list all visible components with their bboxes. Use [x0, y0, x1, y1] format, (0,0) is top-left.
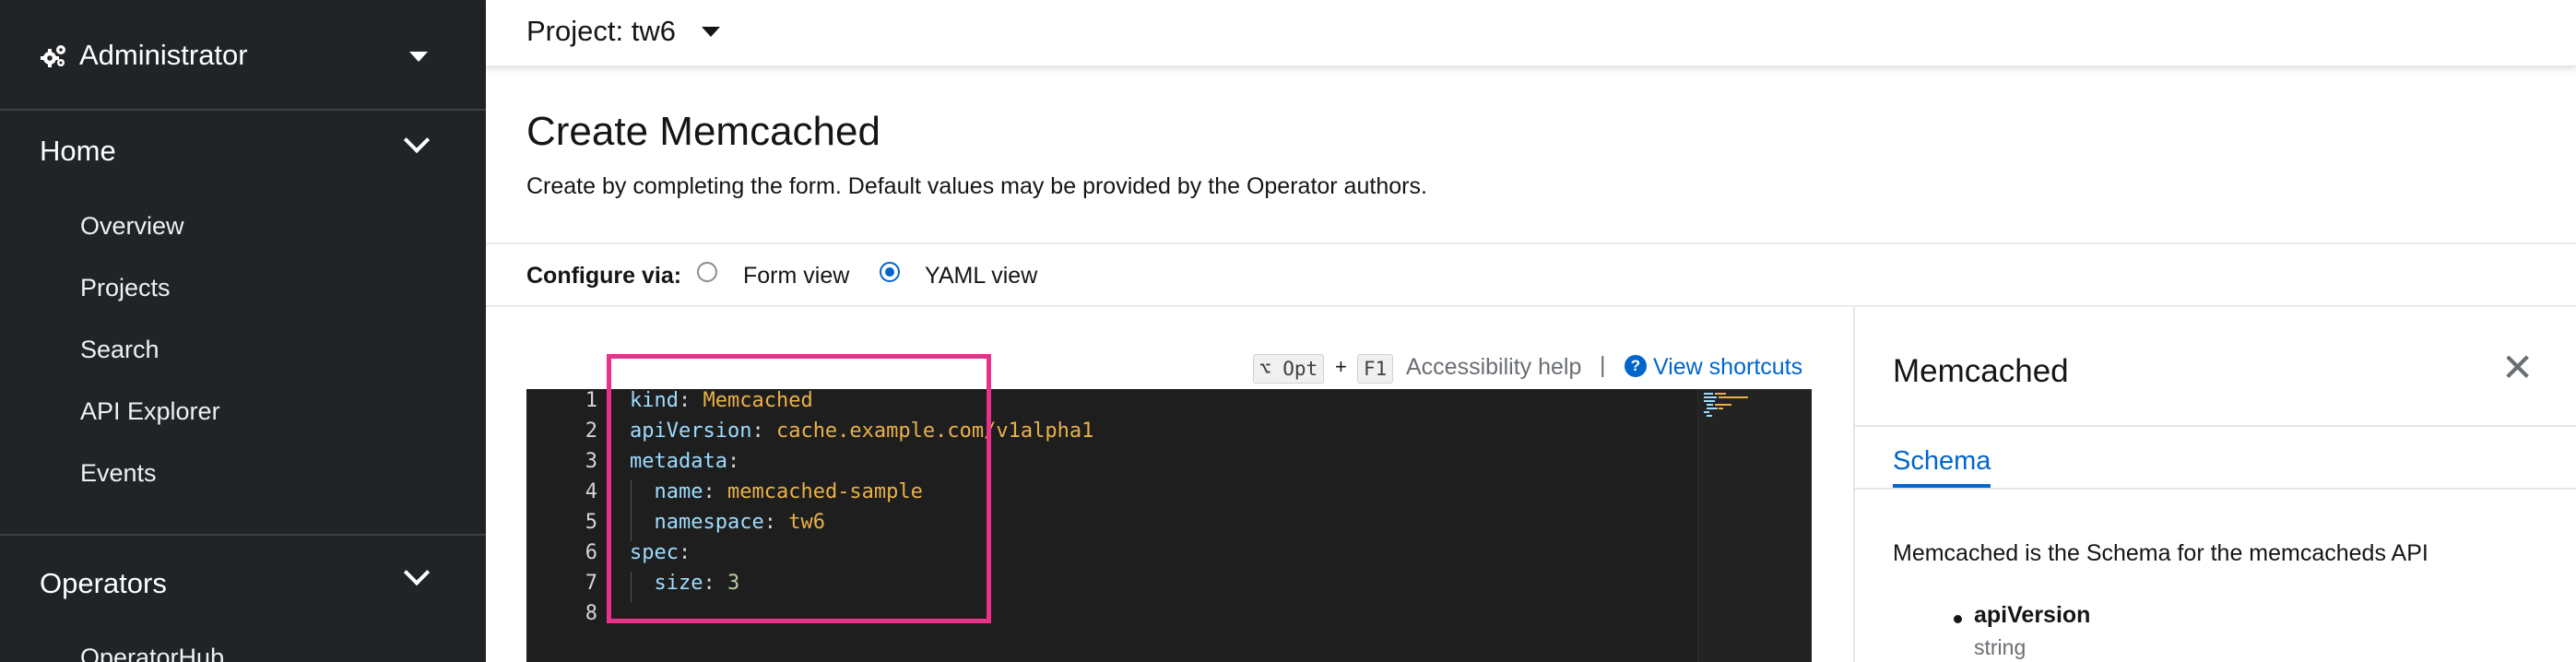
nav-section-home[interactable]: Home	[0, 112, 486, 186]
schema-property-name[interactable]: apiVersion	[1974, 602, 2090, 629]
opt-key-hint: ⌥ Opt	[1253, 354, 1325, 384]
bullet-icon	[1954, 615, 1962, 623]
schema-property-type: string	[1974, 635, 2027, 659]
line-number: 6	[585, 541, 597, 564]
plus-sign: +	[1335, 355, 1347, 378]
close-icon[interactable]: ✕	[2501, 345, 2534, 390]
cogs-icon	[41, 45, 65, 67]
sidebar-item-search[interactable]: Search	[80, 336, 160, 364]
project-selector-label[interactable]: Project: tw6	[526, 15, 676, 48]
nav-section-operators[interactable]: Operators	[0, 545, 486, 619]
question-circle-icon[interactable]: ?	[1625, 355, 1647, 377]
annotation-highlight-box	[607, 354, 991, 623]
sidebar-item-events[interactable]: Events	[80, 459, 157, 488]
yaml-view-radio[interactable]	[880, 262, 900, 282]
line-number: 7	[585, 572, 597, 595]
nav-divider	[0, 534, 486, 536]
schema-panel-title: Memcached	[1893, 353, 2069, 389]
chevron-down-icon	[403, 559, 431, 586]
accessibility-help-text: Accessibility help	[1406, 354, 1582, 380]
configure-via-label: Configure via:	[526, 263, 682, 289]
sidebar-item-overview[interactable]: Overview	[80, 212, 184, 241]
f1-key-hint: F1	[1357, 354, 1394, 384]
line-number: 8	[585, 602, 597, 625]
divider	[486, 242, 2576, 244]
perspective-label: Administrator	[79, 39, 248, 71]
sidebar-item-operatorhub[interactable]: OperatorHub	[80, 644, 224, 662]
divider	[1855, 488, 2576, 490]
line-number: 2	[585, 420, 597, 443]
sidebar-item-projects[interactable]: Projects	[80, 274, 171, 302]
form-view-label[interactable]: Form view	[743, 263, 849, 290]
tab-schema[interactable]: Schema	[1893, 446, 1991, 477]
sidebar-item-api-explorer[interactable]: API Explorer	[80, 397, 220, 426]
nav-section-label: Home	[40, 135, 116, 167]
editor-minimap[interactable]	[1697, 389, 1812, 662]
caret-down-icon	[409, 52, 428, 62]
sidebar: Administrator Home Overview Projects Sea…	[0, 0, 486, 662]
line-number: 1	[585, 389, 597, 412]
yaml-view-label[interactable]: YAML view	[925, 263, 1037, 290]
view-shortcuts-link[interactable]: View shortcuts	[1653, 354, 1802, 381]
line-number: 5	[585, 511, 597, 534]
page-title: Create Memcached	[526, 109, 880, 154]
line-number: 3	[585, 450, 597, 473]
page-description: Create by completing the form. Default v…	[526, 173, 1427, 199]
nav-section-label: Operators	[40, 567, 167, 599]
form-view-radio[interactable]	[697, 262, 717, 282]
toolbar-separator: |	[1600, 352, 1606, 378]
divider	[1855, 425, 2576, 427]
perspective-switcher[interactable]: Administrator	[0, 0, 486, 111]
schema-description: Memcached is the Schema for the memcache…	[1893, 540, 2428, 566]
line-number: 4	[585, 480, 597, 503]
caret-down-icon[interactable]	[702, 27, 720, 37]
project-bar: Project: tw6	[486, 0, 2576, 66]
chevron-down-icon	[403, 126, 431, 154]
